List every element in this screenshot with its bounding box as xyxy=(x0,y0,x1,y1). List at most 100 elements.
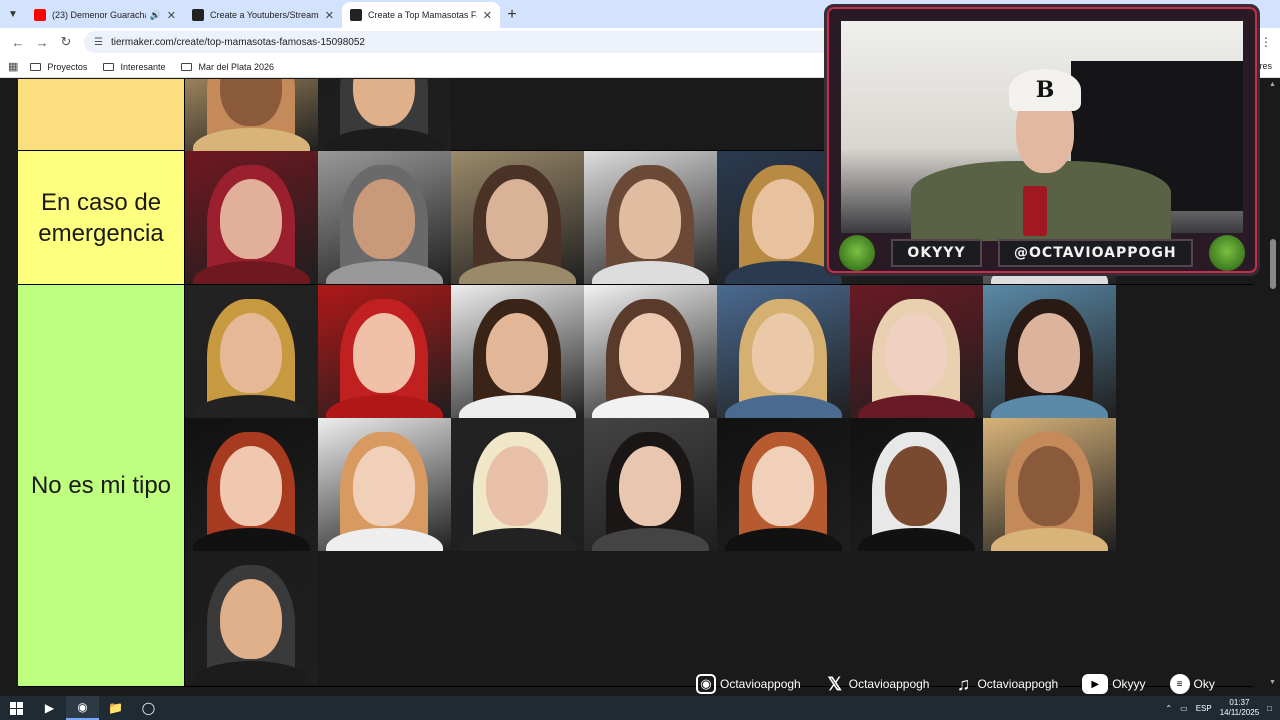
tier-item-photo[interactable] xyxy=(451,418,584,551)
tier-item-photo[interactable] xyxy=(717,285,850,418)
tier-item-photo[interactable] xyxy=(451,151,584,284)
social-handle: Oky xyxy=(1193,677,1215,691)
social-handle: Octavioappogh xyxy=(848,677,930,691)
bookmark-label: Mar del Plata 2026 xyxy=(198,61,275,72)
language-indicator[interactable]: ESP xyxy=(1196,704,1212,713)
close-icon[interactable]: ✕ xyxy=(483,9,492,22)
clock-date: 14/11/2025 xyxy=(1219,708,1260,717)
photo-face xyxy=(353,313,415,393)
file-explorer-icon[interactable]: 📁 xyxy=(99,696,132,720)
page-scrollbar[interactable]: ▲ ▼ xyxy=(1266,79,1280,688)
tier-item-photo[interactable] xyxy=(185,551,318,684)
chevron-up-icon[interactable]: ⌃ xyxy=(1165,704,1172,713)
speaker-icon[interactable]: 🔊 xyxy=(150,10,161,21)
youtube-icon: ▶ xyxy=(1082,674,1109,694)
site-info-icon[interactable]: ☰ xyxy=(94,37,103,48)
notification-icon[interactable]: □ xyxy=(1267,704,1272,713)
photo-face xyxy=(619,446,681,526)
bookmark-folder[interactable]: Interesante xyxy=(103,62,165,72)
bookmark-label: Proyectos xyxy=(47,61,88,72)
bookmark-label: Interesante xyxy=(120,61,166,72)
bookmark-folder[interactable]: Mar del Plata 2026 xyxy=(181,62,274,72)
webcam-nameplate: OKYYY @OCTAVIOAPPOGH xyxy=(827,233,1257,273)
tier-item-photo[interactable] xyxy=(584,285,717,418)
address-bar[interactable]: ☰ tiermaker.com/create/top-mamasotas-fam… xyxy=(84,31,844,53)
tab-top-mamasotas[interactable]: Create a Top Mamasotas Famo ✕ xyxy=(342,2,500,28)
tier-item-photo[interactable] xyxy=(451,285,584,418)
photo-face xyxy=(486,313,548,393)
photo-face xyxy=(220,579,282,659)
chrome-icon[interactable]: ◉ xyxy=(66,696,99,720)
network-icon[interactable]: ▭ xyxy=(1180,704,1188,713)
start-button[interactable] xyxy=(0,696,33,720)
scroll-thumb[interactable] xyxy=(1270,239,1276,289)
tier-item-photo[interactable] xyxy=(185,418,318,551)
tiktok-icon: ♫ xyxy=(956,673,971,694)
tab-youtube[interactable]: (23) Demenor Guaracha (Re 🔊 ✕ xyxy=(26,2,184,28)
tab-title: (23) Demenor Guaracha (Re xyxy=(52,10,146,20)
back-icon[interactable]: ← xyxy=(6,30,30,54)
frog-mascot-icon xyxy=(839,235,875,271)
photo-face xyxy=(619,313,681,393)
new-tab-button[interactable]: + xyxy=(500,2,524,28)
webcam-video: B xyxy=(841,21,1243,241)
tier-item-photo[interactable] xyxy=(717,418,850,551)
clock[interactable]: 01:37 14/11/2025 xyxy=(1220,698,1259,718)
bookmark-folder[interactable]: Proyectos xyxy=(30,62,87,72)
system-tray: ⌃ ▭ ESP 01:37 14/11/2025 □ xyxy=(1165,696,1280,720)
photo-face xyxy=(752,446,814,526)
tab-youtubers-streamers[interactable]: Create a Youtubers/Streamers a ✕ xyxy=(184,2,342,28)
tier-item-photo[interactable] xyxy=(850,285,983,418)
tab-title: Create a Top Mamasotas Famo xyxy=(368,10,477,20)
scroll-down-icon[interactable]: ▼ xyxy=(1269,679,1276,686)
url-text: tiermaker.com/create/top-mamasotas-famos… xyxy=(110,36,365,48)
tier-item-photo[interactable] xyxy=(318,418,451,551)
social-handle: Octavioappogh xyxy=(977,677,1059,691)
tier-item-photo[interactable] xyxy=(185,285,318,418)
tier-item-photo[interactable] xyxy=(318,79,451,151)
photo-face xyxy=(1018,446,1080,526)
social-youtube: ▶ Okyyy xyxy=(1082,674,1146,694)
folder-icon xyxy=(103,62,115,71)
tier-label[interactable]: No es mi tipo xyxy=(18,285,185,686)
photo-face xyxy=(353,179,415,259)
tier-items[interactable] xyxy=(185,285,1253,686)
forward-icon[interactable]: → xyxy=(30,30,54,54)
tier-item-photo[interactable] xyxy=(983,418,1116,551)
tier-item-photo[interactable] xyxy=(584,418,717,551)
photo-face xyxy=(220,179,282,259)
tier-item-photo[interactable] xyxy=(584,151,717,284)
photo-face xyxy=(486,446,548,526)
photo-face xyxy=(885,313,947,393)
tier-item-photo[interactable] xyxy=(983,285,1116,418)
tier-item-photo[interactable] xyxy=(185,151,318,284)
obs-icon[interactable]: ◯ xyxy=(132,696,165,720)
social-instagram: ◉ Octavioappogh xyxy=(696,674,801,694)
tier-item-photo[interactable] xyxy=(318,151,451,284)
media-player-icon[interactable]: ▶ xyxy=(33,696,66,720)
tab-search-button[interactable]: ▼ xyxy=(0,0,26,28)
drink-can xyxy=(1023,186,1047,236)
tier-item-photo[interactable] xyxy=(850,418,983,551)
photo-face xyxy=(885,446,947,526)
apps-grid-icon[interactable]: ▦ xyxy=(8,60,18,73)
photo-face xyxy=(220,446,282,526)
tab-title: Create a Youtubers/Streamers a xyxy=(210,10,319,20)
menu-icon[interactable]: ⋮ xyxy=(1260,35,1272,49)
photo-face xyxy=(220,313,282,393)
close-icon[interactable]: ✕ xyxy=(325,9,334,22)
scroll-up-icon[interactable]: ▲ xyxy=(1269,81,1276,88)
close-icon[interactable]: ✕ xyxy=(167,9,176,22)
all-bookmarks-link[interactable]: res xyxy=(1259,61,1272,71)
reload-icon[interactable]: ↻ xyxy=(54,30,78,54)
tier-label[interactable] xyxy=(18,79,185,150)
tiermaker-favicon-icon xyxy=(192,9,204,21)
tier-item-photo[interactable] xyxy=(185,79,318,151)
clock-time: 01:37 xyxy=(1229,698,1250,707)
frog-mascot-icon xyxy=(1209,235,1245,271)
photo-face xyxy=(486,179,548,259)
streamer-webcam: B OKYYY @OCTAVIOAPPOGH xyxy=(824,4,1260,276)
tier-label[interactable]: En caso de emergencia xyxy=(18,151,185,284)
tier-item-photo[interactable] xyxy=(318,285,451,418)
social-handle: Okyyy xyxy=(1112,677,1146,691)
